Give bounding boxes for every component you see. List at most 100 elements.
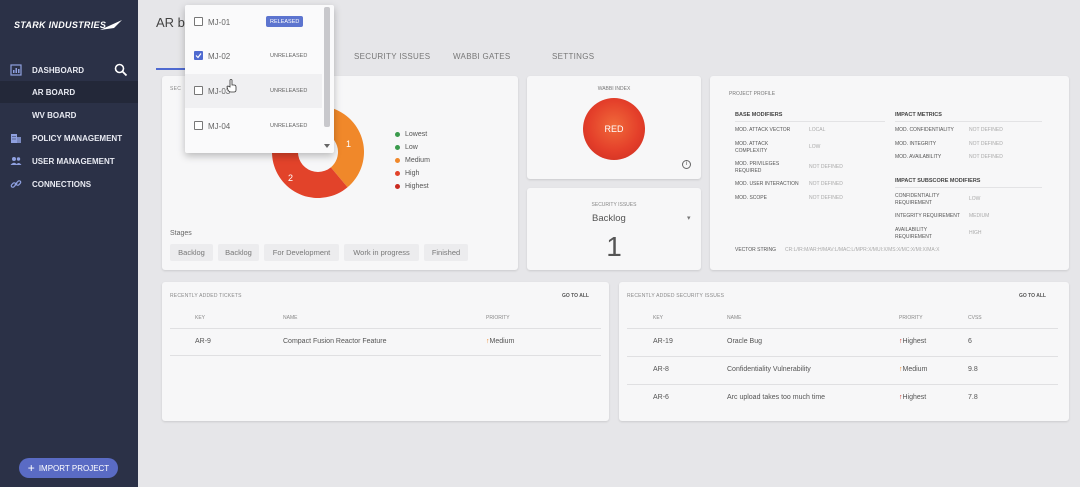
checkbox[interactable]: [194, 17, 203, 26]
status-badge: UNRELEASED: [270, 122, 308, 129]
profile-key: MOD. ATTACK VECTOR: [735, 127, 791, 133]
tab-wabbi-gates[interactable]: WABBI GATES: [453, 52, 511, 61]
dropdown-option-mj-01[interactable]: MJ-01 RELEASED: [185, 5, 322, 39]
divider: [735, 121, 885, 122]
release-dropdown: MJ-01 RELEASED MJ-02 UNRELEASED MJ-03 UN…: [185, 5, 334, 153]
option-label: MJ-01: [208, 18, 231, 27]
go-to-all-link[interactable]: GO TO ALL: [562, 293, 589, 299]
security-issues-count: 1: [606, 231, 622, 262]
sidebar-item-connections[interactable]: CONNECTIONS: [0, 173, 138, 195]
sidebar-item-label: CONNECTIONS: [32, 180, 92, 189]
import-project-label: IMPORT PROJECT: [38, 463, 110, 473]
column-header: PRIORITY: [899, 315, 923, 321]
checkbox[interactable]: [194, 86, 203, 95]
column-header: KEY: [653, 315, 664, 321]
status-badge: UNRELEASED: [270, 87, 308, 94]
issue-name: Arc upload takes too much time: [727, 394, 826, 401]
divider: [170, 328, 601, 329]
plus-icon: +: [27, 461, 35, 475]
checkbox[interactable]: [194, 121, 203, 130]
profile-key: MOD. AVAILABILITY: [895, 154, 942, 160]
scroll-down-icon[interactable]: [324, 144, 330, 149]
column-header: KEY: [195, 315, 206, 321]
import-project-button[interactable]: + IMPORT PROJECT: [19, 458, 118, 478]
tab-security-issues[interactable]: SECURITY ISSUES: [354, 52, 430, 61]
stages-label: Stages: [170, 230, 192, 237]
issue-key: AR-8: [653, 366, 669, 373]
status-badge: RELEASED: [266, 16, 304, 27]
card-title: RECENTLY ADDED SECURITY ISSUES: [627, 293, 725, 299]
legend-item: Highest: [395, 180, 430, 193]
legend-dot: [395, 171, 400, 176]
issue-cvss: 9.8: [968, 366, 978, 373]
profile-value: NOT DEFINED: [809, 195, 843, 201]
column-header: CVSS: [968, 315, 982, 321]
dropdown-option-mj-03[interactable]: MJ-03 UNRELEASED: [185, 74, 322, 108]
legend-item: Medium: [395, 154, 430, 167]
checkbox-checked[interactable]: [194, 51, 203, 60]
profile-key: MOD. ATTACK COMPLEXITY: [735, 141, 769, 154]
users-icon: [10, 157, 22, 165]
legend-item: High: [395, 167, 430, 180]
column-header: NAME: [283, 315, 298, 321]
profile-key: CONFIDENTIALITY REQUIREMENT: [895, 193, 940, 206]
stage-chip-backlog[interactable]: Backlog: [170, 244, 213, 261]
legend-dot: [395, 132, 400, 137]
donut-slice-label: 1: [346, 139, 351, 149]
priority-label: Highest: [902, 338, 927, 345]
issue-priority: ↑Highest: [899, 338, 926, 345]
sidebar-item-policy-management[interactable]: POLICY MANAGEMENT: [0, 127, 138, 149]
profile-key: MOD. USER INTERACTION: [735, 181, 799, 187]
legend-item: Low: [395, 141, 430, 154]
wabbi-index-status: RED: [583, 98, 645, 160]
link-icon: [10, 180, 22, 188]
dropdown-option-mj-02[interactable]: MJ-02 UNRELEASED: [185, 39, 322, 73]
sidebar-item-wv-board[interactable]: WV BOARD: [0, 104, 138, 126]
project-profile-title: PROJECT PROFILE: [729, 91, 776, 97]
profile-key: INTEGRITY REQUIREMENT: [895, 213, 960, 219]
sidebar-item-label: DASHBOARD: [32, 66, 84, 75]
check-icon: [195, 53, 202, 59]
vector-string-label: VECTOR STRING: [735, 247, 777, 253]
divider: [895, 187, 1042, 188]
ticket-priority: ↑Medium: [486, 338, 514, 345]
profile-key: AVAILABILITY REQUIREMENT: [895, 227, 932, 240]
stage-chip-for-development[interactable]: For Development: [264, 244, 339, 261]
search-icon[interactable]: [114, 63, 128, 77]
stage-chip-work-in-progress[interactable]: Work in progress: [344, 244, 419, 261]
dropdown-option-mj-04[interactable]: MJ-04 UNRELEASED: [185, 109, 322, 143]
profile-value: NOT DEFINED: [969, 141, 1003, 147]
profile-value: NOT DEFINED: [809, 164, 843, 170]
dashboard-icon: [10, 64, 22, 76]
profile-key: MOD. CONFIDENTIALITY: [895, 127, 954, 133]
status-badge: UNRELEASED: [270, 52, 308, 59]
sidebar-item-user-management[interactable]: USER MANAGEMENT: [0, 150, 138, 172]
impact-metrics-title: IMPACT METRICS: [895, 112, 942, 118]
info-icon[interactable]: i: [682, 160, 691, 169]
dropdown-scrollbar[interactable]: [324, 7, 330, 127]
stage-select[interactable]: Backlog: [592, 213, 626, 224]
profile-key: MOD. PRIVILEGES REQUIRED: [735, 161, 780, 174]
wabbi-index-title: WABBI INDEX: [597, 86, 631, 92]
issue-cvss: 7.8: [968, 394, 978, 401]
option-label: MJ-02: [208, 52, 231, 61]
profile-value: NOT DEFINED: [969, 154, 1003, 160]
tab-settings[interactable]: SETTINGS: [552, 52, 594, 61]
brand-logo: STARK INDUSTRIES: [14, 20, 107, 30]
issue-cvss: 6: [968, 338, 972, 345]
chevron-down-icon[interactable]: ▾: [687, 214, 691, 222]
sidebar-item-label: WV BOARD: [32, 111, 77, 120]
profile-value: LOW: [809, 144, 821, 150]
legend-label: Lowest: [405, 131, 428, 138]
go-to-all-link[interactable]: GO TO ALL: [1019, 293, 1046, 299]
project-profile-card: PROJECT PROFILE BASE MODIFIERS MOD. ATTA…: [710, 76, 1069, 270]
option-label: MJ-04: [208, 122, 231, 131]
stage-chip-finished[interactable]: Finished: [424, 244, 468, 261]
ticket-name: Compact Fusion Reactor Feature: [283, 338, 387, 345]
priority-label: Medium: [902, 366, 928, 373]
stage-chip-backlog[interactable]: Backlog: [218, 244, 259, 261]
profile-value: LOCAL: [809, 127, 826, 133]
profile-key: MOD. SCOPE: [735, 195, 767, 201]
column-header: PRIORITY: [486, 315, 510, 321]
sidebar-item-ar-board[interactable]: AR BOARD: [0, 81, 138, 103]
